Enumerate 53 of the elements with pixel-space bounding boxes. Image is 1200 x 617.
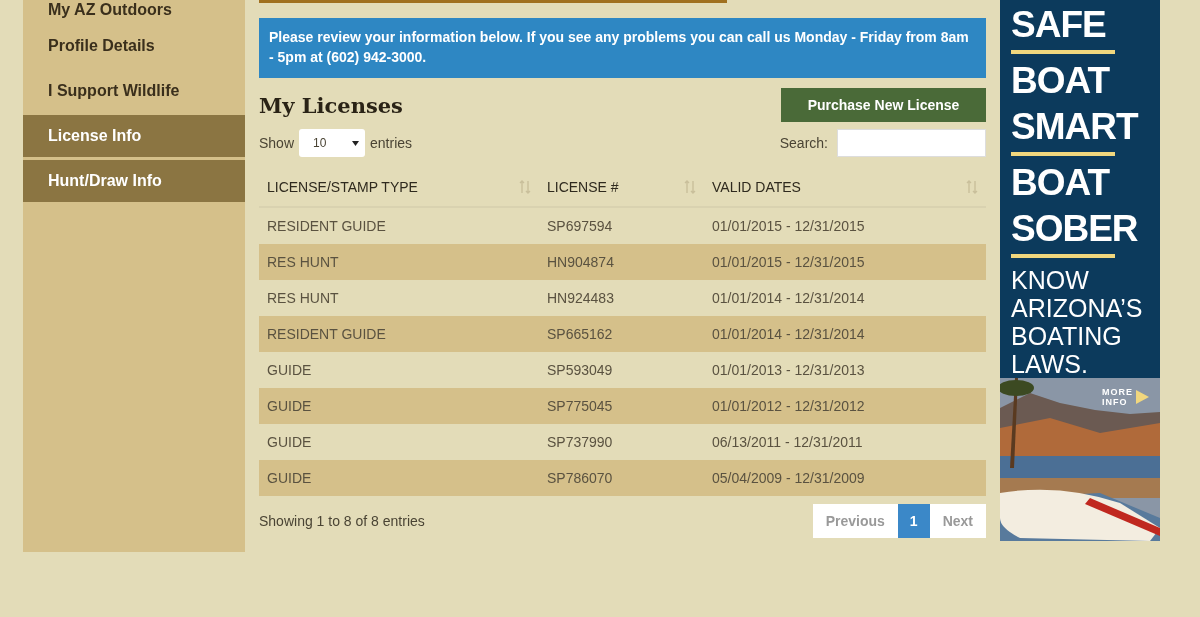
- ad-tagline: KNOW ARIZONA’S BOATING LAWS.: [1011, 266, 1144, 378]
- table-cell-text: 01/01/2013 - 12/31/2013: [711, 362, 866, 378]
- sort-icon: [966, 180, 978, 194]
- sidebar-item[interactable]: Profile Details: [23, 25, 245, 67]
- entries-select[interactable]: 10: [299, 129, 366, 157]
- notice-banner: Please review your information below. If you see any problems you can call us Monday - Friday from 8am - 5pm at (602) 942-3000.: [259, 18, 986, 78]
- table-cell-text: RESIDENT GUIDE: [266, 218, 387, 234]
- table-cell-text: GUIDE: [266, 362, 313, 378]
- table-cell-text: GUIDE: [266, 434, 313, 450]
- sort-icon: [684, 180, 696, 194]
- sidebar-item[interactable]: My AZ Outdoors: [23, 0, 245, 22]
- ad-banner[interactable]: SAFE BOAT SMART BOAT SOBER KNOW ARIZONA’S BOATING LAWS. MORE INFO: [1000, 0, 1160, 541]
- table-cell-text: SP775045: [546, 398, 614, 414]
- table-cell-text: 01/01/2015 - 12/31/2015: [711, 254, 866, 270]
- table-cell-text: SP665162: [546, 326, 614, 342]
- show-label: Show: [259, 135, 295, 151]
- page-link[interactable]: 1: [897, 504, 930, 538]
- sidebar-item[interactable]: Hunt/Draw Info: [23, 160, 245, 202]
- table-cell-text: 01/01/2014 - 12/31/2014: [711, 290, 866, 306]
- sort-icon: [519, 180, 531, 194]
- play-icon: [1136, 390, 1149, 404]
- table-cell-text: 01/01/2015 - 12/31/2015: [711, 218, 866, 234]
- table-cell-text: 01/01/2014 - 12/31/2014: [711, 326, 866, 342]
- column-header[interactable]: VALID DATES: [704, 179, 986, 195]
- table-cell-text: RES HUNT: [266, 290, 340, 306]
- table-cell-text: GUIDE: [266, 398, 313, 414]
- table-cell-text: SP697594: [546, 218, 614, 234]
- more-info-label: MORE INFO: [1102, 387, 1134, 407]
- entries-label: entries: [370, 135, 413, 151]
- column-header[interactable]: LICENSE #: [539, 179, 704, 195]
- page-heading: My Licenses: [259, 92, 403, 118]
- table-cell-text: 05/04/2009 - 12/31/2009: [711, 470, 866, 486]
- table-cell-text: GUIDE: [266, 470, 313, 486]
- entries-info: Showing 1 to 8 of 8 entries: [259, 513, 425, 529]
- ad-headline: BOAT SMART: [1011, 59, 1140, 149]
- table-cell-text: 01/01/2012 - 12/31/2012: [711, 398, 866, 414]
- sidebar-item[interactable]: I Support Wildlife: [23, 70, 245, 112]
- table-cell-text: SP786070: [546, 470, 614, 486]
- column-header[interactable]: LICENSE/STAMP TYPE: [259, 179, 539, 195]
- search-field[interactable]: [837, 129, 986, 157]
- ad-headline: SAFE: [1011, 3, 1107, 47]
- table-cell-text: RES HUNT: [266, 254, 340, 270]
- table-cell-text: HN904874: [546, 254, 615, 270]
- caret-icon: [352, 140, 360, 146]
- table-cell-text: RESIDENT GUIDE: [266, 326, 387, 342]
- search-label: Search:: [779, 135, 828, 151]
- table-cell-text: HN924483: [546, 290, 615, 306]
- table-cell-text: SP593049: [546, 362, 614, 378]
- sidebar-item[interactable]: License Info: [23, 115, 245, 157]
- table-cell-text: 06/13/2011 - 12/31/2011: [711, 434, 864, 450]
- ad-headline: BOAT SOBER: [1011, 161, 1139, 251]
- purchase-button[interactable]: Purchase New License: [781, 88, 986, 122]
- table-cell-text: SP737990: [546, 434, 614, 450]
